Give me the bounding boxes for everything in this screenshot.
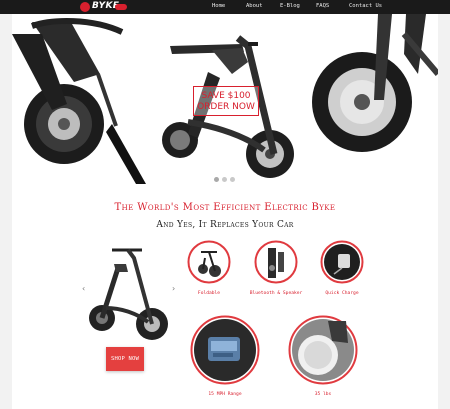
carousel-dot-2[interactable] (222, 177, 227, 182)
order-now-text: ORDER NOW (197, 102, 255, 112)
save-order-now-banner[interactable]: SAVE $100 ORDER NOW (193, 86, 259, 116)
carousel-dots (212, 176, 242, 182)
carousel-dot-1[interactable] (214, 177, 219, 182)
sale-text: SAVE $100 (201, 91, 251, 101)
headlight-icon (288, 315, 358, 385)
page-headline: The World's Most Efficient Electric Byke (114, 202, 336, 213)
hero-banner[interactable]: SAVE $100 ORDER NOW (12, 14, 438, 186)
folded-scooter-illustration (89, 248, 168, 340)
nav-link-home[interactable]: Home (212, 3, 225, 9)
feature-label-weight: 35 lbs (314, 392, 332, 397)
feature-weight: 35 lbs (288, 315, 358, 397)
page-content: SAVE $100 ORDER NOW The World's Most Eff… (12, 14, 438, 409)
logo-badge-icon (80, 2, 90, 12)
product-image (82, 242, 182, 342)
nav-link-faqs[interactable]: FAQS (316, 3, 329, 9)
logo-pill-icon (115, 4, 127, 10)
right-scooter-illustration (312, 14, 438, 152)
brand-logo[interactable]: BYKE (80, 1, 128, 12)
left-scooter-illustration (12, 18, 146, 184)
shop-now-button[interactable]: SHOP NOW (106, 347, 144, 371)
carousel-dot-3[interactable] (230, 177, 235, 182)
feature-range: 15 MPH Range (190, 315, 260, 397)
feature-foldable: Foldable (187, 240, 231, 296)
charger-icon (320, 240, 364, 284)
page-subheadline: And Yes, It Replaces Your Car (156, 220, 294, 230)
feature-quick-charge: Quick Charge (320, 240, 364, 296)
feature-label-bluetooth: Bluetooth & Speaker (249, 291, 303, 296)
speedometer-icon (190, 315, 260, 385)
nav-link-contact[interactable]: Contact Us (349, 3, 382, 9)
foldable-icon (187, 240, 231, 284)
feature-label-quick-charge: Quick Charge (325, 291, 359, 296)
feature-label-foldable: Foldable (197, 291, 221, 296)
top-nav: BYKE Home About E-Blog FAQS Contact Us (0, 0, 450, 14)
feature-label-range: 15 MPH Range (208, 392, 242, 397)
speaker-icon (254, 240, 298, 284)
feature-bluetooth: Bluetooth & Speaker (250, 240, 302, 296)
nav-link-about[interactable]: About (246, 3, 263, 9)
nav-link-blog[interactable]: E-Blog (280, 3, 300, 9)
